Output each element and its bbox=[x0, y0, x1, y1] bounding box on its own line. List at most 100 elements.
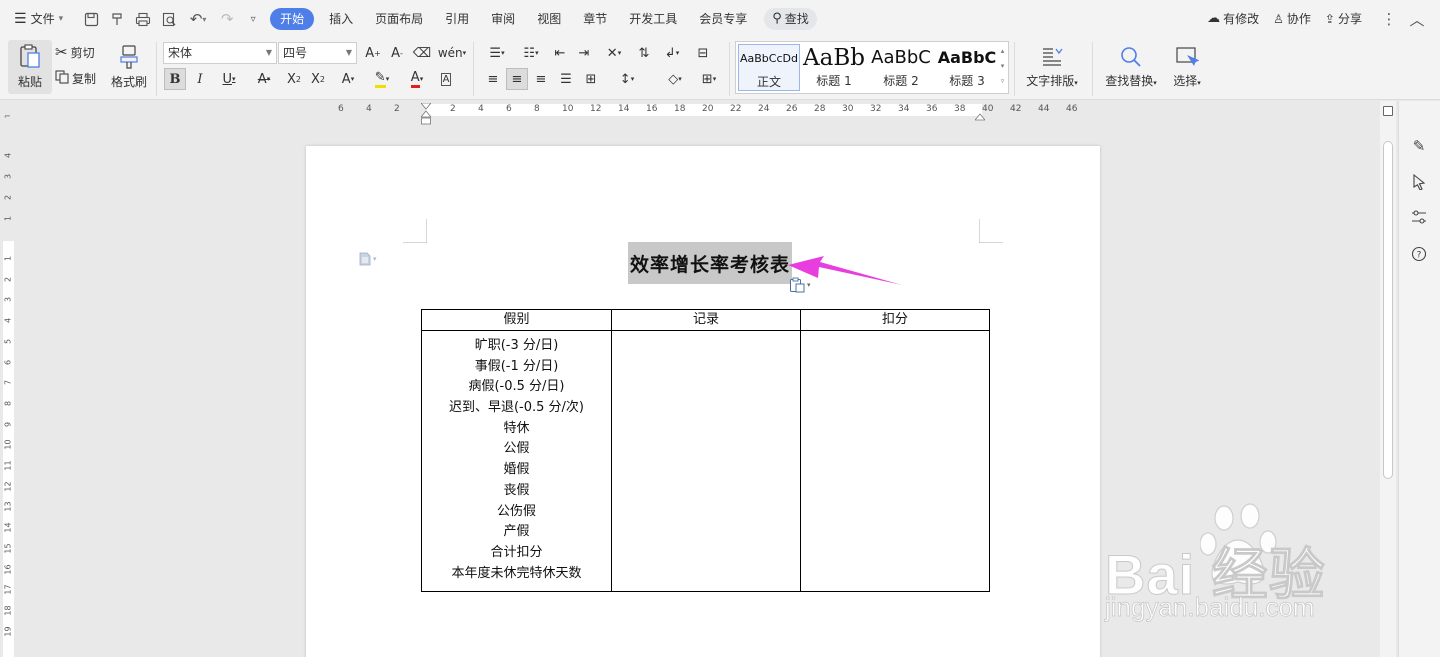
share-button[interactable]: ⇪ 分享 bbox=[1319, 8, 1368, 30]
tab-review[interactable]: 审阅 bbox=[480, 8, 526, 30]
find-replace-button[interactable]: 查找替换▾ bbox=[1100, 40, 1162, 94]
print-preview-icon[interactable] bbox=[156, 6, 182, 32]
leave-type-item[interactable]: 丧假 bbox=[422, 481, 611, 502]
numbered-list-icon[interactable]: ☷ ▾ bbox=[516, 42, 546, 64]
header-leave-type[interactable]: 假别 bbox=[421, 309, 612, 331]
record-cell[interactable] bbox=[611, 330, 801, 592]
header-deduction[interactable]: 扣分 bbox=[800, 309, 990, 331]
header-record[interactable]: 记录 bbox=[611, 309, 801, 331]
tab-chapter[interactable]: 章节 bbox=[572, 8, 618, 30]
leave-type-cell[interactable]: 旷职(-3 分/日) 事假(-1 分/日) 病假(-0.5 分/日) 迟到、早退(-0… bbox=[421, 330, 612, 592]
italic-icon[interactable]: I bbox=[189, 68, 211, 90]
leave-type-item[interactable]: 病假(-0.5 分/日) bbox=[422, 377, 611, 398]
settings-sliders-icon[interactable] bbox=[1408, 206, 1430, 228]
file-menu[interactable]: ☰ 文件 ▾ bbox=[0, 8, 74, 30]
print-icon[interactable] bbox=[130, 6, 156, 32]
increase-font-icon[interactable]: A + bbox=[362, 42, 384, 64]
horizontal-ruler[interactable]: 6 4 2 2 4 6 8 10 12 14 16 18 20 22 24 26 28 30 32 34 36 38 40 4… bbox=[0, 101, 1440, 125]
tab-home[interactable]: 开始 bbox=[270, 8, 315, 30]
style-heading-1[interactable]: AaBb 标题 1 bbox=[802, 44, 866, 91]
right-indent-marker[interactable] bbox=[974, 110, 986, 124]
font-size-select[interactable]: 四号 ▼ bbox=[278, 42, 357, 64]
edit-pen-icon[interactable]: ✎ bbox=[1408, 135, 1430, 157]
text-effect-icon[interactable]: A ▾ bbox=[333, 68, 363, 90]
sort-icon[interactable]: ⇅ bbox=[633, 42, 655, 64]
vertical-scrollbar[interactable] bbox=[1380, 101, 1396, 657]
quick-access-more-icon[interactable]: ▿ bbox=[240, 6, 266, 32]
bold-icon[interactable]: B bbox=[164, 68, 186, 90]
tab-view[interactable]: 视图 bbox=[526, 8, 572, 30]
search-box[interactable]: ⚲ 查找 bbox=[764, 8, 817, 30]
underline-icon[interactable]: U ▾ bbox=[214, 68, 244, 90]
help-icon[interactable]: ? bbox=[1408, 243, 1430, 265]
leave-type-item[interactable]: 旷职(-3 分/日) bbox=[422, 336, 611, 357]
split-view-icon[interactable] bbox=[1383, 106, 1393, 116]
tab-page-layout[interactable]: 页面布局 bbox=[364, 8, 434, 30]
superscript-icon[interactable]: X2 bbox=[283, 68, 305, 90]
borders-icon[interactable]: ⊞ ▾ bbox=[694, 68, 724, 90]
document-title[interactable]: 效率增长率考核表 bbox=[630, 250, 790, 277]
select-button[interactable]: 选择▾ bbox=[1166, 40, 1208, 94]
strikethrough-icon[interactable]: A ▾ bbox=[249, 68, 279, 90]
leave-type-item[interactable]: 婚假 bbox=[422, 460, 611, 481]
more-options-icon[interactable]: ⋮ bbox=[1376, 6, 1402, 32]
vertical-ruler[interactable]: 4 3 2 1 1 2 3 4 5 6 7 8 9 10 11 12 13 14 15 16 17 18 19 bbox=[0, 119, 16, 657]
leave-type-item[interactable]: 本年度未休完特休天数 bbox=[422, 564, 611, 585]
justify-icon[interactable]: ☰ bbox=[555, 68, 577, 90]
leave-type-item[interactable]: 合计扣分 bbox=[422, 543, 611, 564]
align-right-icon[interactable]: ≡ bbox=[530, 68, 552, 90]
style-heading-2[interactable]: AaBbC 标题 2 bbox=[868, 44, 934, 91]
decrease-font-icon[interactable]: A- bbox=[386, 42, 408, 64]
collaborate-button[interactable]: ♙ 协作 bbox=[1267, 8, 1317, 30]
deduction-cell[interactable] bbox=[800, 330, 990, 592]
align-center-icon[interactable]: ≡ bbox=[506, 68, 528, 90]
gallery-scroll-icon[interactable]: ▴ ▾ ▿ bbox=[998, 44, 1007, 91]
character-border-icon[interactable]: A bbox=[435, 68, 457, 90]
tab-member[interactable]: 会员专享 bbox=[688, 8, 758, 30]
style-normal[interactable]: AaBbCcDd 正文 bbox=[738, 44, 800, 91]
tab-references[interactable]: 引用 bbox=[434, 8, 480, 30]
distribute-icon[interactable]: ⊞ bbox=[580, 68, 602, 90]
leave-type-item[interactable]: 产假 bbox=[422, 522, 611, 543]
left-indent-marker[interactable] bbox=[420, 102, 432, 125]
leave-type-item[interactable]: 公假 bbox=[422, 439, 611, 460]
style-heading-3[interactable]: AaBbC 标题 3 bbox=[936, 44, 998, 91]
copy-button[interactable]: 复制 bbox=[55, 68, 96, 88]
document-map-icon[interactable]: ▾ bbox=[359, 252, 377, 266]
font-color-icon[interactable]: A ▾ bbox=[402, 68, 432, 90]
subscript-icon[interactable]: X2 bbox=[307, 68, 329, 90]
collapse-ribbon-icon[interactable]: ︿ bbox=[1404, 6, 1430, 32]
shading-icon[interactable]: ◇ ▾ bbox=[660, 68, 690, 90]
undo-icon[interactable]: ↶ ▾ bbox=[182, 6, 214, 32]
save-icon[interactable] bbox=[78, 6, 104, 32]
paste-button[interactable]: 粘贴 bbox=[8, 40, 52, 94]
scrollbar-thumb[interactable] bbox=[1383, 141, 1393, 479]
tab-developer[interactable]: 开发工具 bbox=[618, 8, 688, 30]
modified-status[interactable]: ☁ 有修改 bbox=[1201, 8, 1265, 30]
document-page[interactable]: ▾ 效率增长率考核表 ▾ 假别 记录 扣分 旷职(-3 分/日) 事假(-1 分/… bbox=[306, 146, 1100, 657]
show-marks-icon[interactable]: ↲ ▾ bbox=[657, 42, 687, 64]
clear-format-icon[interactable]: ⌫ bbox=[411, 42, 433, 64]
table-borders-icon[interactable]: ⊟ bbox=[692, 42, 714, 64]
line-spacing-icon[interactable]: ↕ ▾ bbox=[612, 68, 642, 90]
redo-icon[interactable]: ↷ bbox=[214, 6, 240, 32]
highlight-icon[interactable]: ✎ ▾ bbox=[367, 68, 397, 90]
bullet-list-icon[interactable]: ☰ ▾ bbox=[482, 42, 512, 64]
title-selection-highlight[interactable]: 效率增长率考核表 bbox=[628, 242, 793, 284]
pointer-icon[interactable] bbox=[1408, 171, 1430, 193]
leave-type-item[interactable]: 迟到、早退(-0.5 分/次) bbox=[422, 398, 611, 419]
text-layout-button[interactable]: 文字排版▾ bbox=[1022, 40, 1082, 94]
chinese-layout-icon[interactable]: ✕ ▾ bbox=[599, 42, 629, 64]
leave-type-item[interactable]: 事假(-1 分/日) bbox=[422, 357, 611, 378]
align-left-icon[interactable]: ≡ bbox=[482, 68, 504, 90]
tab-insert[interactable]: 插入 bbox=[318, 8, 364, 30]
leave-type-item[interactable]: 公伤假 bbox=[422, 502, 611, 523]
cut-button[interactable]: ✂ 剪切 bbox=[55, 42, 95, 62]
format-painter-button[interactable]: 格式刷 bbox=[106, 40, 152, 94]
increase-indent-icon[interactable]: ⇥ bbox=[573, 42, 595, 64]
phonetic-guide-icon[interactable]: wén ▾ bbox=[437, 42, 467, 64]
decrease-indent-icon[interactable]: ⇤ bbox=[549, 42, 571, 64]
format-brush-icon[interactable] bbox=[104, 6, 130, 32]
leave-type-item[interactable]: 特休 bbox=[422, 419, 611, 440]
font-name-select[interactable]: 宋体 ▼ bbox=[163, 42, 277, 64]
